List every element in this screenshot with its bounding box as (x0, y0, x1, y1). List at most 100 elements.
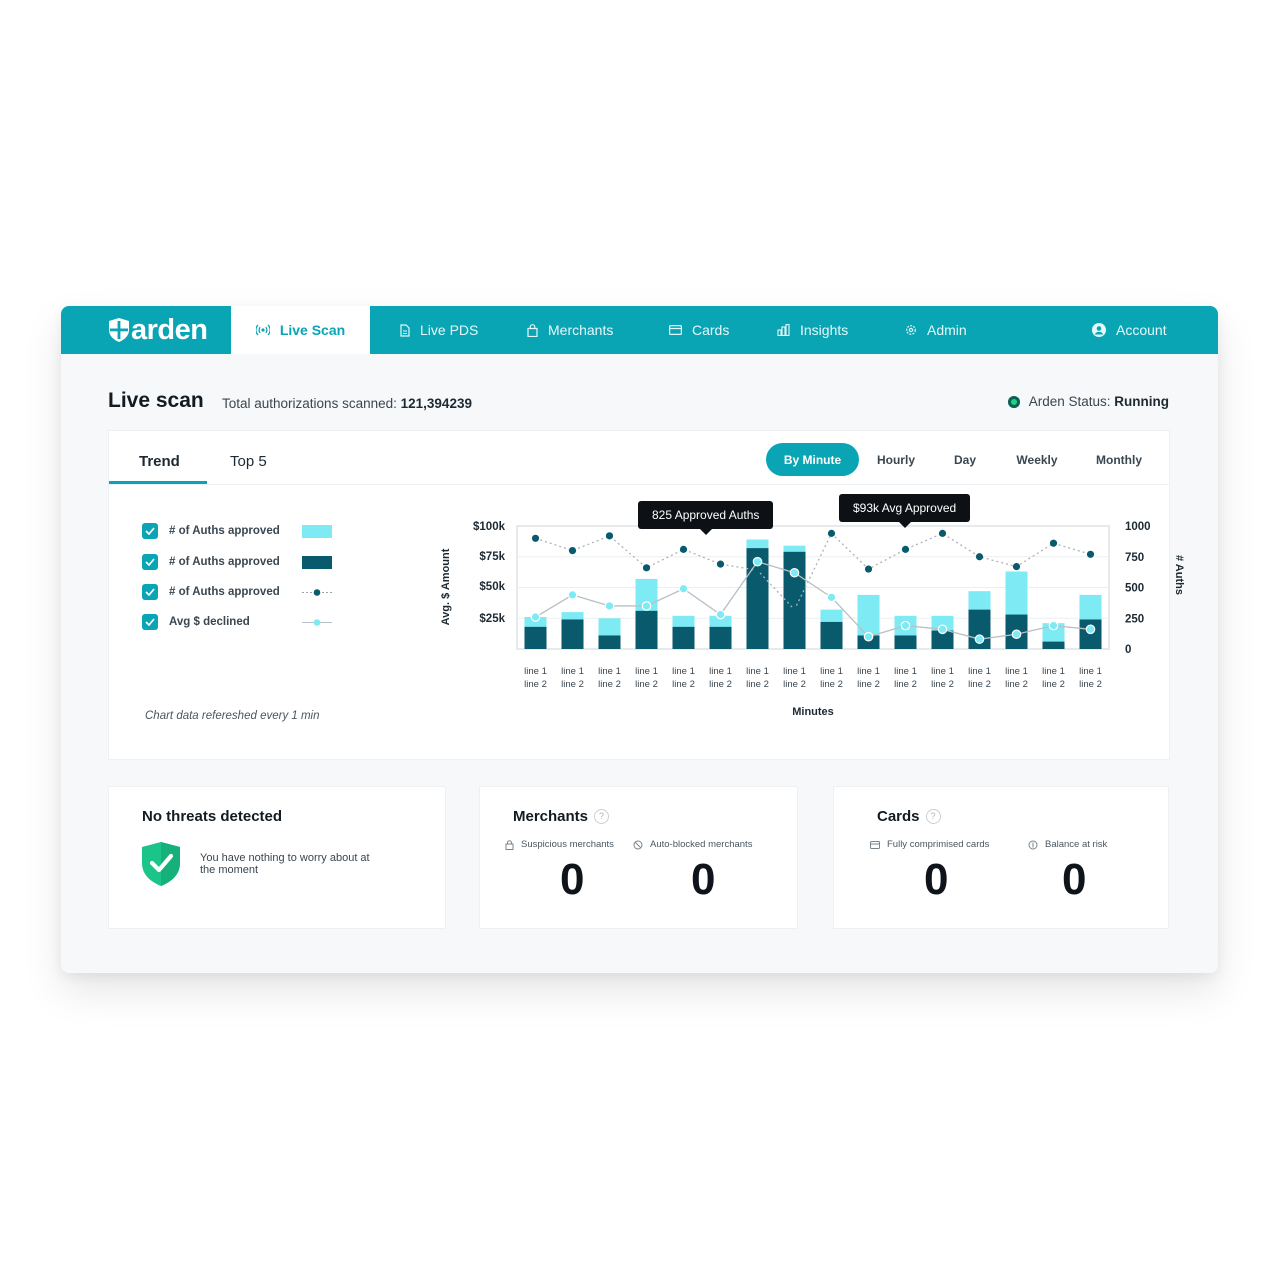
nav-tab-live-scan[interactable]: Live Scan (231, 306, 370, 354)
checkbox-checked-icon[interactable] (142, 584, 158, 600)
x-tick-label: line 2 (1042, 679, 1065, 690)
bar-dark (1042, 641, 1065, 649)
app-window: arden Live Scan Live PDS Merchants Cards… (61, 306, 1218, 973)
line-point-dark (864, 565, 873, 573)
bar-dark (709, 626, 732, 649)
legend-item[interactable]: # of Auths approved (142, 553, 332, 571)
nav-tab-merchants[interactable]: Merchants (527, 306, 613, 354)
nav-tab-label: Insights (800, 322, 849, 338)
card-icon (870, 840, 880, 849)
bar-chart-icon (777, 324, 790, 336)
trend-panel: Trend Top 5 By Minute Hourly Day Weekly … (108, 430, 1185, 760)
user-avatar-icon (1092, 323, 1106, 337)
x-tick-label: line 2 (968, 679, 991, 690)
auto-blocked-merchants-count: 0 (691, 855, 716, 904)
x-tick-label: line 1 (968, 666, 991, 677)
line-point-light (1048, 620, 1059, 631)
y-axis-title-right: # Auths (1173, 555, 1185, 595)
y-tick-label-right: 1000 (1125, 521, 1151, 533)
nav-account[interactable]: Account (1092, 306, 1167, 354)
nav-tab-live-pds[interactable]: Live PDS (400, 306, 478, 354)
nav-tab-label: Live PDS (420, 322, 479, 338)
line-point-dark (716, 560, 725, 568)
nav-tab-admin[interactable]: Admin (905, 306, 967, 354)
range-day[interactable]: Day (941, 443, 989, 476)
x-tick-label: line 2 (1005, 679, 1028, 690)
line-point-light (900, 620, 911, 631)
card-icon (669, 325, 682, 335)
line-point-light (789, 567, 800, 578)
line-point-light (937, 624, 948, 635)
nav-tab-insights[interactable]: Insights (777, 306, 848, 354)
y-tick-label-left: $25k (479, 613, 505, 625)
brand-logo[interactable]: arden (109, 314, 208, 346)
suspicious-merchants-label: Suspicious merchants (505, 839, 614, 850)
nav-tab-label: Cards (692, 322, 730, 338)
bag-icon (527, 323, 538, 337)
lock-icon (505, 839, 514, 850)
sub-label: Fully comprimised cards (887, 839, 990, 850)
bar-dark (820, 621, 843, 649)
checkbox-checked-icon[interactable] (142, 523, 158, 539)
y-tick-label-left: $75k (479, 551, 505, 563)
legend-swatch-bar-light (302, 525, 332, 538)
line-point-dark (1049, 539, 1058, 547)
threat-status-card: No threats detected You have nothing to … (108, 786, 446, 929)
total-label: Total authorizations scanned: (222, 396, 397, 411)
x-tick-label: line 1 (894, 666, 917, 677)
document-icon (400, 323, 410, 337)
range-by-minute[interactable]: By Minute (766, 443, 859, 476)
legend-item[interactable]: # of Auths approved (142, 522, 332, 540)
threat-card-title: No threats detected (142, 808, 283, 825)
x-tick-label: line 2 (524, 679, 547, 690)
bar-dark (524, 626, 547, 649)
x-tick-label: line 1 (635, 666, 658, 677)
sub-label: Suspicious merchants (521, 839, 614, 850)
legend-item[interactable]: Avg $ declined (142, 613, 332, 631)
line-point-dark (975, 553, 984, 561)
checkbox-checked-icon[interactable] (142, 614, 158, 630)
x-tick-label: line 1 (1005, 666, 1028, 677)
nav-tab-cards[interactable]: Cards (669, 306, 729, 354)
x-tick-label: line 1 (524, 666, 547, 677)
x-tick-label: line 2 (1079, 679, 1102, 690)
bar-dark (783, 551, 806, 649)
bar-dark (561, 619, 584, 649)
line-point-dark (568, 547, 577, 555)
bar-dark (598, 635, 621, 649)
tab-trend[interactable]: Trend (139, 453, 180, 470)
merchants-card: Merchants? Suspicious merchants Auto-blo… (479, 786, 798, 929)
line-point-dark (679, 545, 688, 553)
legend-label: Avg $ declined (169, 616, 250, 628)
range-weekly[interactable]: Weekly (1005, 443, 1069, 476)
checkbox-checked-icon[interactable] (142, 554, 158, 570)
line-point-dark (901, 545, 910, 553)
y-tick-label-left: $100k (473, 521, 506, 533)
status-label: Arden Status: (1028, 394, 1111, 409)
help-icon[interactable]: ? (925, 809, 941, 824)
nav-tab-label: Merchants (548, 322, 614, 338)
help-icon[interactable]: ? (594, 809, 610, 824)
x-tick-label: line 2 (746, 679, 769, 690)
y-tick-label-right: 250 (1125, 613, 1144, 625)
line-point-light (641, 601, 652, 611)
cards-title-text: Cards (877, 808, 920, 825)
range-monthly[interactable]: Monthly (1087, 443, 1151, 476)
chart-tooltip: 825 Approved Auths (638, 501, 774, 535)
x-tick-label: line 2 (783, 679, 806, 690)
line-point-dark (1012, 562, 1021, 571)
x-tick-label: line 2 (635, 679, 658, 690)
line-point-dark (938, 529, 947, 537)
legend-swatch-bar-dark (302, 556, 332, 569)
line-point-light (530, 612, 541, 622)
line-point-light (863, 631, 874, 642)
line-point-dark (753, 566, 762, 574)
tab-top-5[interactable]: Top 5 (230, 453, 267, 470)
line-point-dark (827, 529, 836, 537)
bar-dark (635, 610, 658, 649)
legend-item[interactable]: # of Auths approved (142, 583, 332, 601)
line-point-light (715, 609, 726, 620)
x-axis-title: Minutes (792, 706, 834, 718)
x-tick-label: line 1 (1079, 666, 1102, 677)
range-hourly[interactable]: Hourly (866, 443, 926, 476)
